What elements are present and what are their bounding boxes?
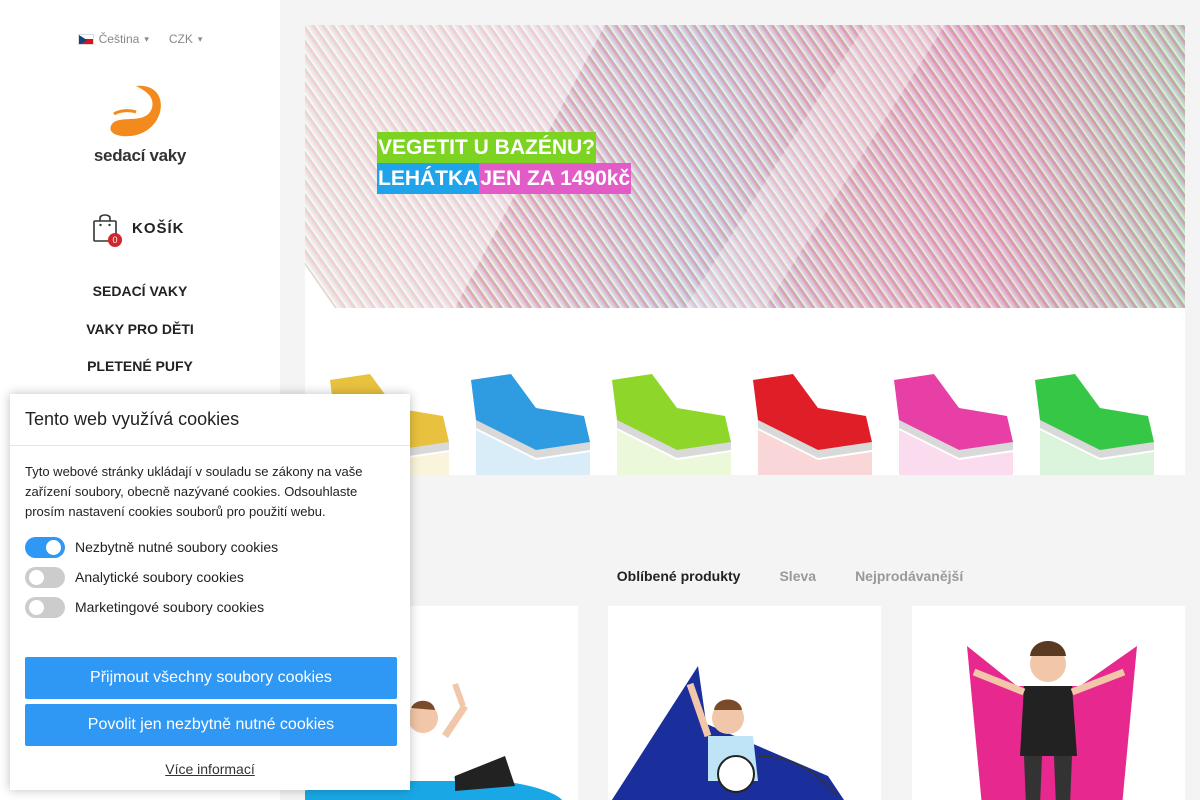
czech-flag-icon (77, 33, 94, 45)
product-tabs: Oblíbené produkty Sleva Nejprodávanější (305, 568, 1185, 584)
cart-label: KOŠÍK (132, 219, 185, 237)
chevron-down-icon: ▾ (197, 33, 203, 44)
nav-item-pletene-pufy[interactable]: PLETENÉ PUFY (0, 357, 280, 395)
product-image (967, 641, 1137, 800)
cookie-toggles: Nezbytně nutné soubory cookies Analytick… (10, 532, 410, 622)
lounger-products-row (330, 374, 1154, 475)
tab-oblibene-produkty[interactable]: Oblíbené produkty (617, 568, 741, 584)
marketing-cookies-toggle[interactable] (25, 596, 65, 618)
analytics-cookies-toggle[interactable] (25, 566, 65, 588)
toggle-marketing-row: Marketingové soubory cookies (10, 592, 410, 622)
lounger-product (1035, 374, 1154, 475)
product-card[interactable] (608, 606, 881, 800)
lounger-product (894, 374, 1013, 475)
tab-nejprodavanejsi[interactable]: Nejprodávanější (855, 568, 963, 584)
marketing-cookies-label: Marketingové soubory cookies (75, 599, 265, 615)
lounger-product (471, 374, 590, 475)
cart-count-badge: 0 (108, 233, 122, 247)
more-info-link[interactable]: Více informací (10, 761, 410, 777)
banner-headline: VEGETIT U BAZÉNU? LEHÁTKA JEN ZA 1490kč (377, 132, 632, 194)
language-label: Čeština (98, 32, 140, 46)
promo-banner[interactable]: VEGETIT U BAZÉNU? LEHÁTKA JEN ZA 1490kč (305, 25, 1185, 475)
shopping-bag-icon: 0 (92, 212, 122, 247)
chevron-down-icon: ▾ (144, 33, 149, 44)
currency-label: CZK (168, 32, 193, 46)
accept-all-cookies-button[interactable]: Přijmout všechny soubory cookies (25, 657, 397, 699)
lounger-product (753, 374, 872, 475)
logo-swoosh-icon (110, 85, 161, 137)
cart-button[interactable]: 0 KOŠÍK (92, 212, 185, 247)
banner-line-2b: JEN ZA 1490kč (479, 163, 632, 194)
tab-sleva[interactable]: Sleva (779, 568, 816, 584)
necessary-cookies-toggle[interactable] (25, 536, 65, 558)
banner-line-2a: LEHÁTKA (377, 163, 480, 194)
cookie-consent-dialog: Tento web využívá cookies Tyto webové st… (10, 394, 410, 790)
main-navigation: SEDACÍ VAKY VAKY PRO DĚTI PLETENÉ PUFY (0, 282, 280, 395)
cookie-dialog-text: Tyto webové stránky ukládají v souladu s… (25, 464, 363, 519)
lounger-product (612, 374, 731, 475)
currency-selector[interactable]: CZK ▾ (169, 32, 203, 46)
necessary-cookies-label: Nezbytně nutné soubory cookies (75, 539, 279, 555)
analytics-cookies-label: Analytické soubory cookies (75, 569, 244, 585)
toggle-analytics-row: Analytické soubory cookies (10, 562, 410, 592)
toggle-necessary-row: Nezbytně nutné soubory cookies (10, 532, 410, 562)
logo-text: sedací vaky (93, 146, 187, 165)
accept-necessary-cookies-button[interactable]: Povolit jen nezbytně nutné cookies (25, 704, 397, 746)
language-selector[interactable]: Čeština ▾ (77, 32, 149, 46)
logo[interactable]: sedací vaky (84, 84, 196, 168)
nav-item-sedaci-vaky[interactable]: SEDACÍ VAKY (0, 282, 280, 320)
nav-item-vaky-pro-deti[interactable]: VAKY PRO DĚTI (0, 320, 280, 358)
product-card[interactable] (912, 606, 1185, 800)
cookie-dialog-title: Tento web využívá cookies (10, 394, 410, 446)
product-image (611, 666, 844, 800)
banner-line-1: VEGETIT U BAZÉNU? (377, 132, 597, 163)
locale-bar: Čeština ▾ CZK ▾ (0, 32, 280, 46)
